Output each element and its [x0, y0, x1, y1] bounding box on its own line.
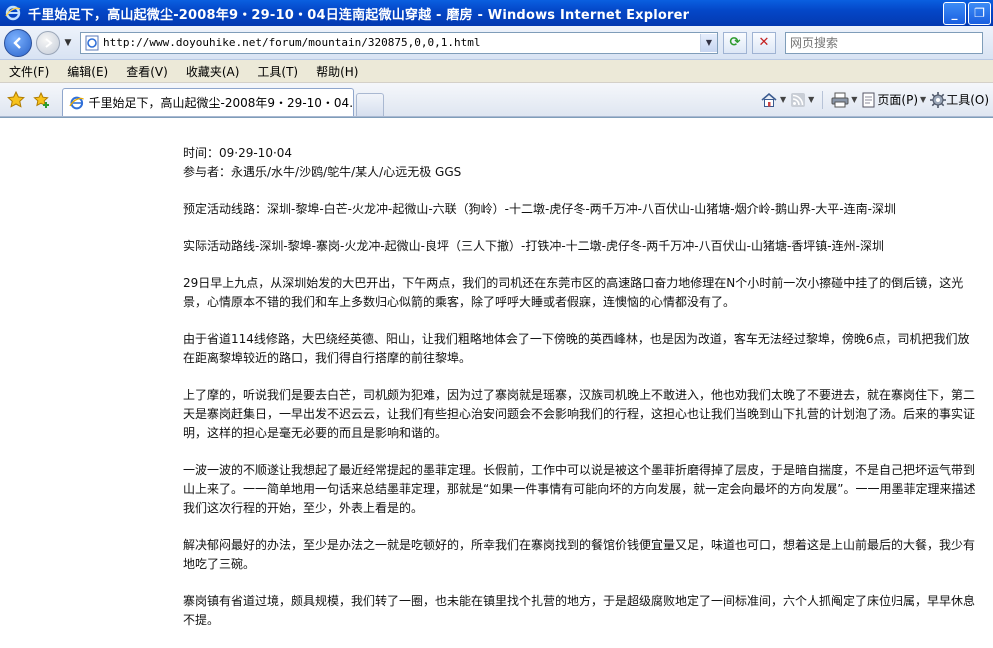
page-content: 时间：09·29-10·04 参与者：永遇乐/水牛/沙鸥/鸵牛/某人/心远无极 … — [0, 117, 993, 644]
search-box[interactable] — [785, 31, 983, 54]
minimize-button[interactable]: _ — [943, 1, 966, 25]
article-paragraph: 寨岗镇有省道过境，颇具规模，我们转了一圈，也未能在镇里找个扎营的地方，于是超级腐… — [183, 594, 976, 627]
window-title: 千里始足下，高山起微尘-2008年9・29-10・04日连南起微山穿越 - 磨房… — [28, 7, 690, 23]
refresh-icon: ⟳ — [729, 35, 741, 50]
article-paragraph: 由于省道114线修路，大巴绕经英德、阳山，让我们粗略地体会了一下傍晚的英西峰林，… — [183, 332, 970, 365]
menu-file[interactable]: 文件(F) — [0, 63, 58, 80]
forward-button[interactable] — [36, 30, 60, 55]
menu-bar: 文件(F) 编辑(E) 查看(V) 收藏夹(A) 工具(T) 帮助(H) — [0, 60, 993, 83]
print-icon — [831, 92, 849, 107]
article-paragraph: 29日早上九点，从深圳始发的大巴开出，下午两点，我们的司机还在东莞市区的高速路口… — [183, 276, 964, 309]
history-dropdown-icon[interactable]: ▼ — [62, 38, 74, 48]
menu-favorites[interactable]: 收藏夹(A) — [177, 63, 249, 80]
menu-tools[interactable]: 工具(T) — [248, 63, 307, 80]
menu-help[interactable]: 帮助(H) — [307, 63, 367, 80]
search-input[interactable] — [786, 35, 982, 50]
tools-menu-label: 工具(O) — [946, 93, 989, 107]
page-menu-icon — [862, 92, 875, 107]
add-favorites-button[interactable] — [32, 90, 52, 110]
url-dropdown-icon[interactable]: ▼ — [700, 33, 717, 52]
page-menu-label: 页面(P) — [877, 93, 919, 107]
ie-icon — [4, 4, 22, 22]
favorites-center-button[interactable] — [6, 90, 26, 110]
back-button[interactable] — [4, 28, 32, 57]
stop-button[interactable]: ✕ — [752, 31, 776, 54]
maximize-icon: ❐ — [974, 6, 985, 20]
back-icon — [13, 36, 21, 49]
home-button[interactable]: ▼ — [760, 91, 786, 109]
tab-label: 千里始足下，高山起微尘-2008年9・29-10・04... — [88, 96, 353, 110]
favorites-star-icon — [7, 90, 25, 108]
print-button[interactable]: ▼ — [831, 92, 857, 108]
article-time: 时间：09·29-10·04 — [183, 146, 293, 160]
article-participants: 参与者：永遇乐/水牛/沙鸥/鸵牛/某人/心远无极 GGS — [183, 165, 462, 179]
article-planned-route: 预定活动线路：深圳-黎埠-白芒-火龙冲-起微山-六联（狗岭）-十二墩-虎仔冬-两… — [183, 202, 896, 216]
address-toolbar: ▼ http://www.doyouhike.net/forum/mountai… — [0, 26, 993, 60]
article-paragraph: 解决郁闷最好的办法，至少是办法之一就是吃顿好的，所幸我们在寨岗找到的餐馆价钱便宜… — [183, 538, 976, 571]
left-margin — [0, 118, 178, 644]
tools-menu-button[interactable]: 工具(O) — [930, 91, 989, 108]
forward-icon — [45, 37, 53, 48]
refresh-button[interactable]: ⟳ — [723, 31, 747, 54]
tab-active[interactable]: 千里始足下，高山起微尘-2008年9・29-10・04... — [62, 88, 354, 116]
add-favorites-icon — [33, 91, 49, 108]
article-body: 时间：09·29-10·04 参与者：永遇乐/水牛/沙鸥/鸵牛/某人/心远无极 … — [183, 144, 979, 648]
page-icon — [85, 35, 99, 50]
tools-gear-icon — [930, 91, 947, 108]
feeds-icon — [791, 92, 806, 107]
menu-view[interactable]: 查看(V) — [117, 63, 177, 80]
stop-icon: ✕ — [758, 35, 770, 50]
ie-page-icon — [69, 96, 84, 109]
article-actual-route: 实际活动路线-深圳-黎埠-寨岗-火龙冲-起微山-良坪（三人下撤）-打铁冲-十二墩… — [183, 239, 884, 253]
minimize-icon: _ — [951, 6, 958, 20]
home-icon — [761, 92, 777, 107]
article-paragraph: 上了摩的，听说我们是要去白芒，司机颇为犯难，因为过了寨岗就是瑶寨，汉族司机晚上不… — [183, 388, 976, 440]
article-paragraph: 一波一波的不顺遂让我想起了最近经常提起的墨菲定理。长假前，工作中可以说是被这个墨… — [183, 463, 976, 515]
command-bar: 千里始足下，高山起微尘-2008年9・29-10・04... ▼ ▼ ▼ 页面(… — [0, 83, 993, 117]
title-bar: 千里始足下，高山起微尘-2008年9・29-10・04日连南起微山穿越 - 磨房… — [0, 0, 993, 26]
separator — [822, 90, 824, 109]
page-menu-button[interactable]: 页面(P) ▼ — [861, 91, 926, 108]
feeds-button[interactable]: ▼ — [790, 92, 814, 108]
menu-edit[interactable]: 编辑(E) — [58, 63, 117, 80]
new-tab-button[interactable] — [356, 93, 384, 116]
address-field[interactable]: http://www.doyouhike.net/forum/mountain/… — [80, 31, 718, 54]
maximize-button[interactable]: ❐ — [968, 1, 991, 25]
url-text[interactable]: http://www.doyouhike.net/forum/mountain/… — [103, 36, 700, 49]
